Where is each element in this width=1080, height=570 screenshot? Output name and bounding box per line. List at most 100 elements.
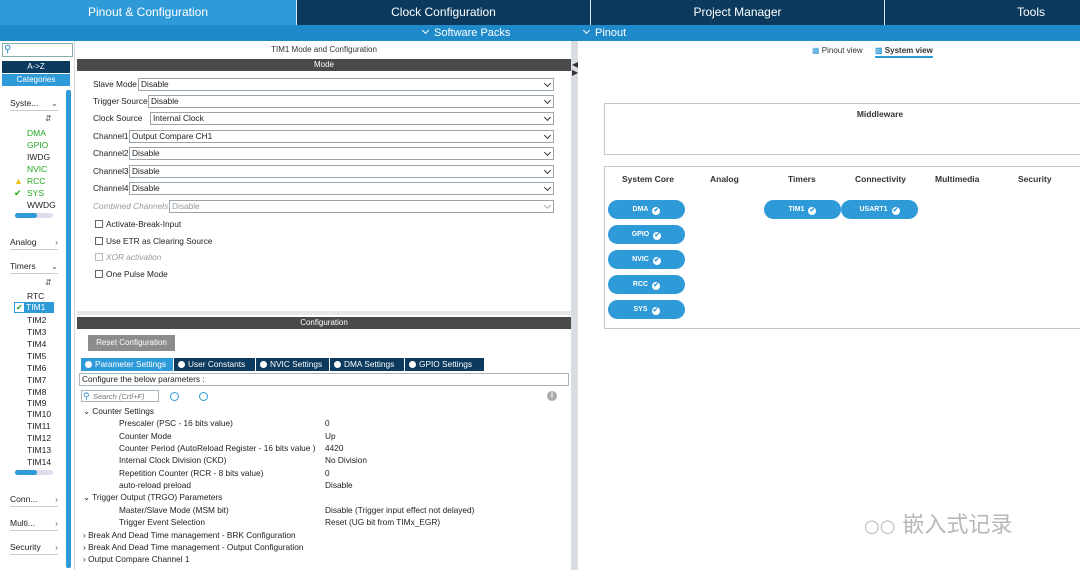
column-connectivity: Connectivity	[855, 174, 907, 184]
tab-clock-configuration[interactable]: Clock Configuration	[296, 0, 590, 25]
category-multimedia[interactable]: Multi... ›	[10, 518, 58, 531]
category-connectivity[interactable]: Conn... ›	[10, 494, 58, 507]
pill-dma[interactable]: DMA ✔	[608, 200, 685, 219]
categories-button[interactable]: Categories	[2, 74, 70, 86]
timer-item-tim14[interactable]: TIM14	[27, 456, 51, 468]
xor-activation-checkbox: XOR activation	[95, 251, 161, 263]
sys-item-gpio[interactable]: GPIO	[27, 139, 48, 151]
tab-user-constants[interactable]: User Constants	[174, 358, 255, 371]
timer-item-tim5[interactable]: TIM5	[27, 350, 46, 362]
tab-project-manager[interactable]: Project Manager	[590, 0, 884, 25]
timer-item-tim7[interactable]: TIM7	[27, 374, 46, 386]
sort-az-button[interactable]: A->Z	[2, 61, 70, 73]
pill-rcc[interactable]: RCC ✔	[608, 275, 685, 294]
timer-item-tim3[interactable]: TIM3	[27, 326, 46, 338]
category-search-input[interactable]	[15, 44, 72, 56]
tab-parameter-settings[interactable]: Parameter Settings	[81, 358, 173, 371]
counter-settings-group[interactable]: ⌄ Counter Settings	[83, 405, 154, 417]
timer-item-tim4[interactable]: TIM4	[27, 338, 46, 350]
status-dot-icon	[334, 361, 341, 368]
sys-item-sys[interactable]: ✔ SYS	[14, 187, 44, 199]
output-configuration-group[interactable]: › Break And Dead Time management - Outpu…	[83, 541, 303, 553]
info-icon[interactable]: i	[547, 391, 557, 401]
param-value[interactable]: Reset (UG bit from TIMx_EGR)	[325, 516, 440, 528]
param-value[interactable]: 4420	[325, 442, 343, 454]
category-analog[interactable]: Analog ›	[10, 237, 58, 250]
param-value[interactable]: No Division	[325, 454, 367, 466]
timer-item-tim2[interactable]: TIM2	[27, 314, 46, 326]
category-timers[interactable]: Timers ⌄	[10, 261, 58, 274]
clock-source-select[interactable]: Internal Clock	[150, 112, 554, 125]
one-pulse-mode-checkbox[interactable]: One Pulse Mode	[95, 268, 168, 280]
horizontal-scrollbar[interactable]	[15, 213, 53, 218]
category-search[interactable]: ⚲	[2, 43, 73, 57]
timer-item-tim13[interactable]: TIM13	[27, 444, 51, 456]
slave-mode-select[interactable]: Disable	[138, 78, 554, 91]
check-icon: ✔	[891, 207, 900, 215]
sys-item-nvic[interactable]: NVIC	[27, 163, 47, 175]
software-packs-menu[interactable]: Software Packs	[421, 25, 510, 41]
timer-item-tim1[interactable]: ✔ TIM1	[14, 302, 54, 313]
use-etr-checkbox[interactable]: Use ETR as Clearing Source	[95, 235, 213, 247]
timer-item-tim12[interactable]: TIM12	[27, 432, 51, 444]
output-compare-ch1-group[interactable]: › Output Compare Channel 1	[83, 553, 190, 565]
chevron-down-icon	[543, 131, 552, 140]
brk-configuration-group[interactable]: › Break And Dead Time management - BRK C…	[83, 529, 296, 541]
pill-tim1[interactable]: TIM1 ✔	[764, 200, 841, 219]
chevron-down-icon	[543, 201, 552, 210]
timer-item-rtc[interactable]: RTC	[27, 290, 44, 302]
horizontal-scrollbar[interactable]	[15, 470, 53, 475]
timer-item-tim6[interactable]: TIM6	[27, 362, 46, 374]
collapse-all-icon[interactable]	[199, 392, 208, 401]
pinout-panel: ▦ Pinout view ▥ System view Middleware S…	[578, 41, 1080, 570]
parameter-search[interactable]: ⚲	[81, 390, 159, 402]
tab-pinout-configuration[interactable]: Pinout & Configuration	[0, 0, 296, 25]
tab-dma-settings[interactable]: DMA Settings	[330, 358, 404, 371]
channel3-select[interactable]: Disable	[129, 165, 554, 178]
tab-tools[interactable]: Tools	[884, 0, 1080, 25]
chevron-down-icon	[543, 166, 552, 175]
channel1-select[interactable]: Output Compare CH1	[129, 130, 554, 143]
trigger-source-select[interactable]: Disable	[148, 95, 554, 108]
tab-gpio-settings[interactable]: GPIO Settings	[405, 358, 484, 371]
panel-splitter[interactable]: ◀ ▶	[571, 41, 578, 570]
panel-title: TIM1 Mode and Configuration	[271, 45, 377, 54]
category-security[interactable]: Security ›	[10, 542, 58, 555]
sys-item-wwdg[interactable]: WWDG	[27, 199, 56, 211]
param-value[interactable]: Disable	[325, 479, 353, 491]
param-value[interactable]: 0	[325, 417, 330, 429]
channel4-select[interactable]: Disable	[129, 182, 554, 195]
sys-item-dma[interactable]: DMA	[27, 127, 46, 139]
pill-gpio[interactable]: GPIO ✔	[608, 225, 685, 244]
check-icon: ✔	[651, 307, 660, 315]
param-value[interactable]: Up	[325, 430, 336, 442]
mode-header: Mode	[77, 59, 571, 71]
check-icon: ✔	[808, 207, 817, 215]
pill-usart1[interactable]: USART1 ✔	[841, 200, 918, 219]
trgo-group[interactable]: ⌄ Trigger Output (TRGO) Parameters	[83, 491, 222, 503]
reset-configuration-button[interactable]: Reset Configuration	[88, 335, 175, 351]
vertical-scrollbar[interactable]	[66, 90, 71, 568]
parameter-search-input[interactable]	[93, 391, 157, 401]
channel2-select[interactable]: Disable	[129, 147, 554, 160]
param-name: Master/Slave Mode (MSM bit)	[119, 505, 229, 515]
timer-item-tim11[interactable]: TIM11	[27, 420, 50, 432]
chevron-down-icon	[543, 96, 552, 105]
sys-item-rcc[interactable]: ▲ RCC	[14, 175, 45, 187]
timer-item-tim10[interactable]: TIM10	[27, 408, 51, 420]
activate-break-input-checkbox[interactable]: Activate-Break-Input	[95, 218, 181, 230]
system-view-toggle[interactable]: ▥ System view	[875, 46, 933, 58]
check-icon: ✔	[652, 257, 661, 265]
pinout-menu[interactable]: Pinout	[582, 25, 626, 41]
param-value[interactable]: 0	[325, 467, 330, 479]
category-system-core[interactable]: Syste... ⌄	[10, 98, 58, 111]
splitter[interactable]	[77, 311, 571, 315]
expand-all-icon[interactable]	[170, 392, 179, 401]
tab-nvic-settings[interactable]: NVIC Settings	[256, 358, 329, 371]
sys-item-iwdg[interactable]: IWDG	[27, 151, 50, 163]
pill-nvic[interactable]: NVIC ✔	[608, 250, 685, 269]
pill-sys[interactable]: SYS ✔	[608, 300, 685, 319]
pinout-view-toggle[interactable]: ▦ Pinout view	[812, 46, 863, 55]
param-value[interactable]: Disable (Trigger input effect not delaye…	[325, 504, 474, 516]
param-name: Prescaler (PSC - 16 bits value)	[119, 418, 233, 428]
